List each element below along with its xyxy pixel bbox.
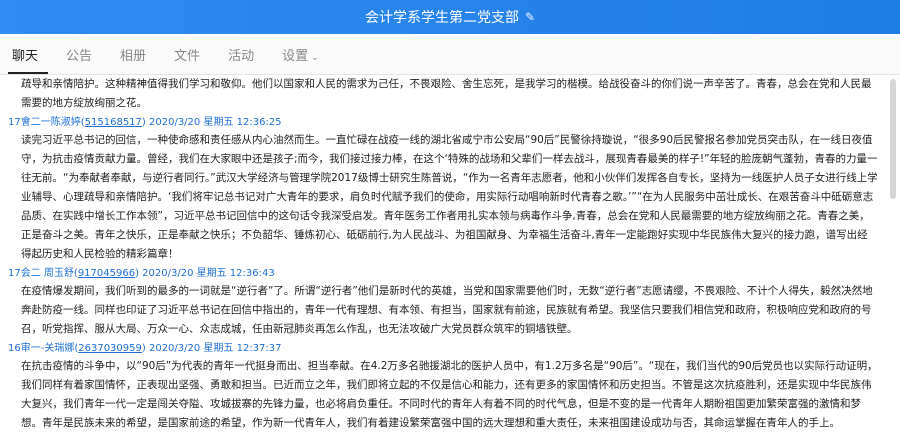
- message-text: 在疫情爆发期间，我们听到的最多的一词就是“逆行者”了。所谓“逆行者”他们是新时代…: [21, 285, 873, 335]
- tab-chat[interactable]: 聊天: [8, 45, 49, 74]
- sender-qq[interactable]: 2637030959: [78, 343, 142, 354]
- tab-album[interactable]: 相册: [116, 45, 156, 74]
- message-datetime: 2020/3/20 星期五 12:37:37: [148, 343, 282, 354]
- sender-name[interactable]: 17會二一陈淑婷: [8, 117, 81, 128]
- tab-bar: 聊天 公告 相册 文件 活动 设置 ⌄: [0, 34, 900, 75]
- tab-activity[interactable]: 活动: [224, 45, 264, 74]
- message-datetime: 2020/3/20 星期五 12:36:25: [149, 117, 282, 128]
- tab-settings[interactable]: 设置 ⌄: [278, 45, 329, 74]
- message-text: 疏导和亲情陪护。这种精神值得我们学习和敬仰。他们以国家和人民的需求为己任，不畏艰…: [21, 78, 872, 109]
- scrollbar[interactable]: [890, 79, 896, 199]
- window-titlebar: 会计学系学生第二党支部 ✎: [0, 0, 900, 34]
- message-header: 17會二一陈淑婷(515168517) 2020/3/20 星期五 12:36:…: [8, 117, 282, 128]
- group-title: 会计学系学生第二党支部: [364, 10, 519, 26]
- message-text: 在抗击疫情的斗争中，以“90后”为代表的青年一代挺身而出、担当奉献。在4.2万多…: [21, 360, 878, 429]
- message-header: 17会二 周玉舒(917045966) 2020/3/20 星期五 12:36:…: [8, 268, 275, 279]
- tab-files[interactable]: 文件: [170, 45, 210, 74]
- sender-qq[interactable]: 917045966: [78, 268, 135, 279]
- message-text: 读完习近平总书记的回信，一种使命感和责任感从内心油然而生。一直忙碌在战疫一线的湖…: [21, 134, 878, 260]
- sender-name[interactable]: 17会二 周玉舒: [8, 268, 74, 279]
- tab-settings-label: 设置: [282, 49, 309, 64]
- sender-qq[interactable]: 515168517: [85, 117, 142, 128]
- tab-chat-label: 聊天: [12, 49, 39, 64]
- tab-album-label: 相册: [120, 49, 147, 64]
- pencil-icon[interactable]: ✎: [525, 10, 535, 24]
- sender-name[interactable]: 16审一-关瑞娜: [8, 343, 74, 354]
- chat-history[interactable]: 疏导和亲情陪护。这种精神值得我们学习和敬仰。他们以国家和人民的需求为己任，不畏艰…: [0, 75, 900, 439]
- chevron-down-icon: ⌄: [311, 53, 319, 63]
- tab-files-label: 文件: [174, 49, 201, 64]
- tab-announcement-label: 公告: [66, 49, 93, 64]
- message-datetime: 2020/3/20 星期五 12:36:43: [142, 268, 275, 279]
- message-header: 16审一-关瑞娜(2637030959) 2020/3/20 星期五 12:37…: [8, 343, 282, 354]
- tab-activity-label: 活动: [228, 49, 255, 64]
- tab-announcement[interactable]: 公告: [62, 45, 102, 74]
